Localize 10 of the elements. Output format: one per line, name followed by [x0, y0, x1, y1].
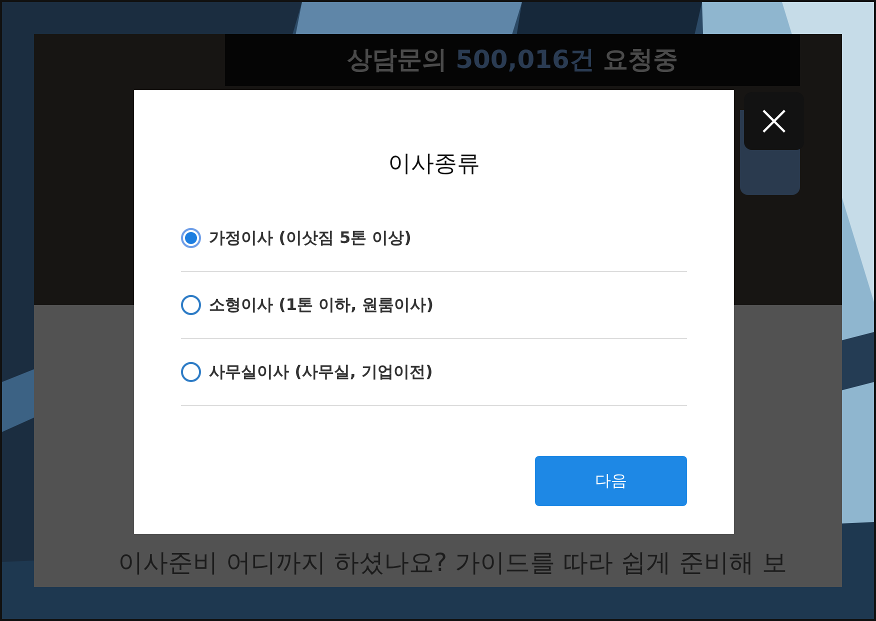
radio-button[interactable] — [181, 295, 201, 315]
next-button[interactable]: 다음 — [535, 456, 687, 506]
option-label[interactable]: 가정이사 (이삿짐 5톤 이상) — [209, 228, 412, 248]
radio-button[interactable] — [181, 362, 201, 382]
option-label[interactable]: 사무실이사 (사무실, 기업이전) — [209, 362, 433, 382]
option-label[interactable]: 소형이사 (1톤 이하, 원룸이사) — [209, 294, 434, 316]
close-button[interactable]: × — [744, 92, 804, 150]
dialog-title: 이사종류 — [387, 150, 481, 179]
radio-button[interactable] — [181, 228, 201, 248]
request-counter: 상담문의 500,016건 요청중 — [225, 34, 800, 86]
